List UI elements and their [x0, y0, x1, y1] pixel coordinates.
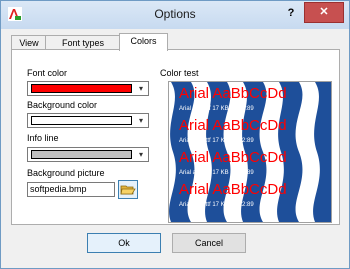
info-line: Arial arial.ttf 17 KB 12:12:89 — [179, 170, 254, 176]
background-picture-input[interactable]: softpedia.bmp — [27, 182, 115, 197]
options-dialog: Options ? ✕ View Font types Colors Font … — [0, 0, 350, 269]
tab-view[interactable]: View — [11, 35, 47, 50]
chevron-down-icon: ▾ — [138, 84, 143, 93]
info-line: Arial arial.ttf 17 KB 12:12:89 — [179, 138, 254, 144]
info-line: Arial arial.ttf 17 KB 12:12:89 — [179, 202, 254, 208]
background-color-select[interactable]: ▾ — [27, 113, 149, 128]
chevron-down-icon: ▾ — [138, 150, 143, 159]
tab-font-types[interactable]: Font types — [45, 35, 121, 50]
cancel-button[interactable]: Cancel — [172, 233, 246, 253]
sample-text: Arial AaBbCcDd — [179, 149, 287, 166]
color-test-preview: Arial AaBbCcDd Arial arial.ttf 17 KB 12:… — [168, 81, 332, 223]
info-line-color-swatch — [31, 150, 132, 159]
colors-panel: Font color ▾ Background color ▾ Info lin… — [11, 49, 340, 225]
browse-button[interactable] — [118, 180, 138, 199]
info-line-label: Info line — [27, 133, 59, 143]
font-color-select[interactable]: ▾ — [27, 81, 149, 96]
info-line-color-select[interactable]: ▾ — [27, 147, 149, 162]
color-test-label: Color test — [160, 68, 199, 78]
folder-open-icon — [120, 185, 136, 195]
font-color-swatch — [31, 84, 132, 93]
background-picture-label: Background picture — [27, 168, 105, 178]
font-color-label: Font color — [27, 68, 68, 78]
tab-colors[interactable]: Colors — [119, 33, 168, 51]
sample-text: Arial AaBbCcDd — [179, 181, 287, 198]
sample-text: Arial AaBbCcDd — [179, 117, 287, 134]
help-button[interactable]: ? — [279, 3, 303, 23]
sample-text: Arial AaBbCcDd — [179, 85, 287, 102]
background-color-swatch — [31, 116, 132, 125]
chevron-down-icon: ▾ — [138, 116, 143, 125]
title-bar: Options ? ✕ — [1, 1, 349, 29]
background-color-label: Background color — [27, 100, 98, 110]
close-button[interactable]: ✕ — [304, 2, 344, 23]
ok-button[interactable]: Ok — [87, 233, 161, 253]
info-line: Arial arial.ttf 17 KB 12:12:89 — [179, 106, 254, 112]
